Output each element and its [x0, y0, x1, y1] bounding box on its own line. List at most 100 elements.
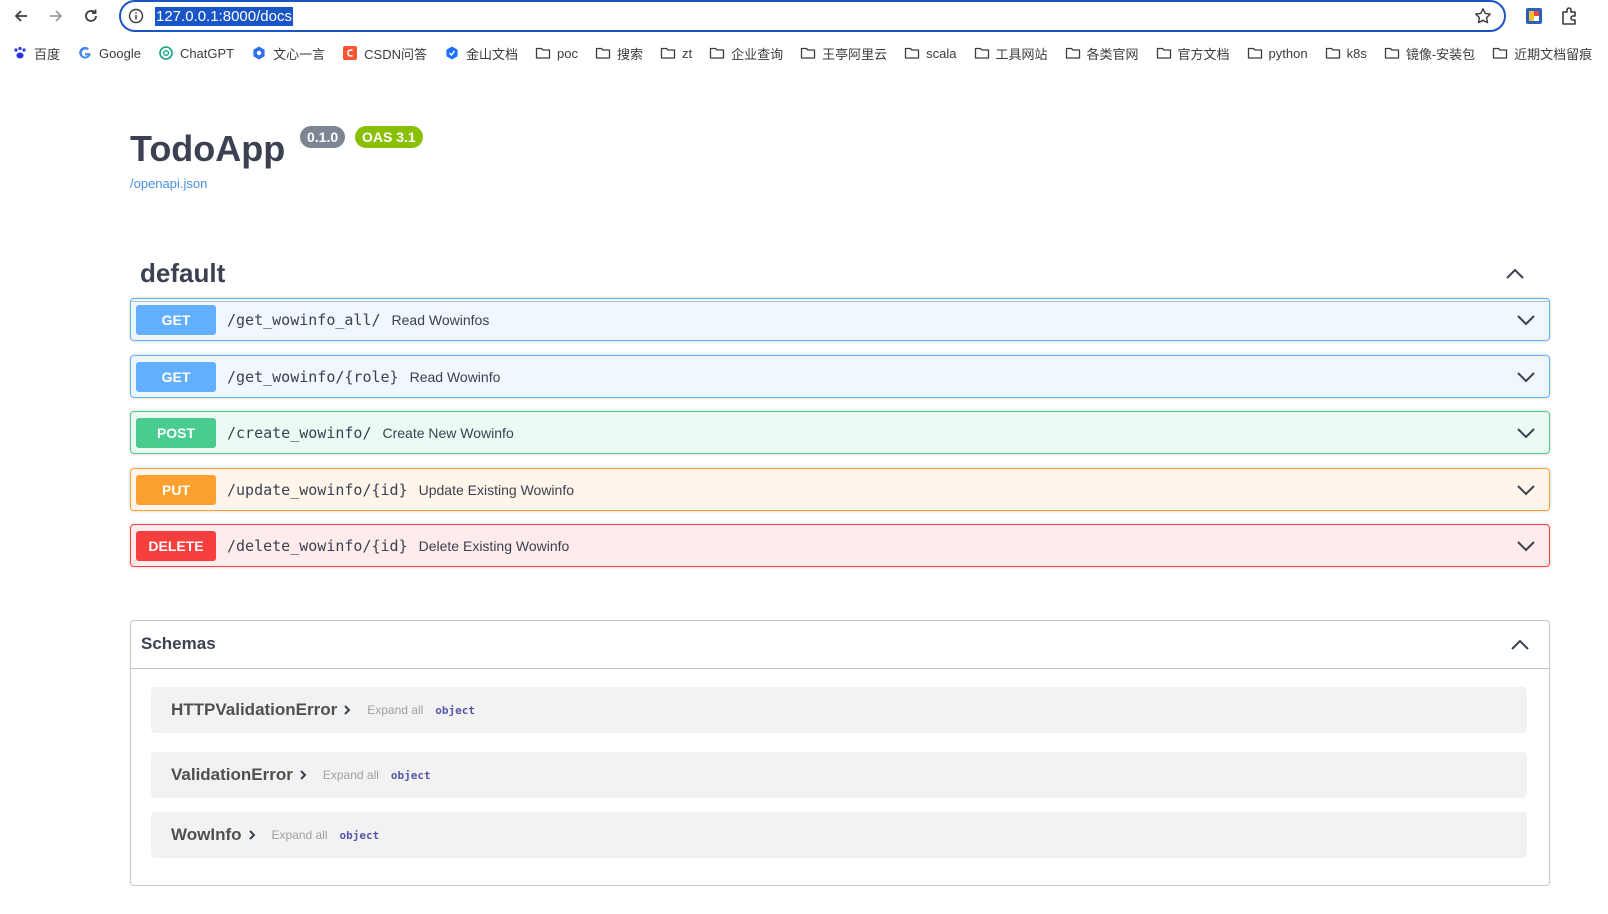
oas-badge: OAS 3.1: [355, 126, 423, 148]
address-bar[interactable]: 127.0.0.1:8000/docs: [119, 0, 1506, 32]
folder-icon: [1384, 47, 1399, 59]
ernie-icon: [251, 45, 267, 61]
opblock-get[interactable]: GET/get_wowinfo_all/Read Wowinfos: [130, 298, 1550, 341]
folder-icon: [800, 47, 816, 59]
folder-icon: [709, 47, 725, 59]
chevron-up-icon[interactable]: [1504, 266, 1526, 282]
reload-button[interactable]: [79, 4, 103, 28]
csdn-icon: [342, 45, 358, 61]
operation-path: /get_wowinfo/{role}: [227, 367, 399, 386]
folder-icon: [904, 47, 920, 59]
bookmark-item[interactable]: 镜像-安装包: [1384, 41, 1475, 65]
folder-icon: [974, 47, 989, 59]
bookmark-item[interactable]: 工具网站: [974, 41, 1048, 65]
folder-icon: [1492, 45, 1508, 61]
chevron-right-icon[interactable]: [248, 829, 258, 841]
chevron-right-icon[interactable]: [343, 704, 353, 716]
bookmark-item[interactable]: zt: [660, 41, 692, 65]
operation-summary: Create New Wowinfo: [382, 424, 514, 441]
bookmark-label: 各类官网: [1086, 46, 1139, 62]
chevron-down-icon[interactable]: [1515, 311, 1537, 329]
puzzle-icon[interactable]: [1559, 6, 1579, 26]
folder-icon: [660, 47, 676, 59]
bookmark-label: k8s: [1346, 45, 1367, 61]
openapi-json-link[interactable]: /openapi.json: [130, 176, 207, 191]
folder-icon: [904, 45, 920, 61]
arrow-left-icon: [14, 10, 27, 22]
chevron-down-icon[interactable]: [1515, 481, 1537, 499]
chevron-down-icon[interactable]: [1515, 537, 1537, 555]
bookmark-label: poc: [557, 45, 578, 61]
operation-path: /delete_wowinfo/{id}: [227, 536, 408, 555]
openai-icon: [158, 45, 174, 61]
tag-section-default[interactable]: default: [130, 246, 1550, 302]
bookmark-item[interactable]: poc: [535, 41, 578, 65]
operation-summary: Read Wowinfo: [409, 368, 501, 385]
bookmark-item[interactable]: python: [1247, 41, 1308, 65]
chevron-right-icon[interactable]: [299, 769, 309, 781]
opblock-put[interactable]: PUT/update_wowinfo/{id} Update Existing W…: [130, 468, 1550, 511]
bookmark-item[interactable]: k8s: [1325, 41, 1367, 65]
expand-all-button[interactable]: Expand all: [323, 768, 379, 782]
bookmark-item[interactable]: 文心一言: [251, 41, 325, 65]
folder-icon: [535, 45, 551, 61]
bookmark-item[interactable]: 近期文档留痕: [1492, 41, 1592, 65]
bookmark-item[interactable]: Google: [77, 41, 141, 65]
site-info-icon[interactable]: [128, 8, 144, 24]
model-name[interactable]: WowInfo: [171, 825, 242, 845]
chevron-down-icon[interactable]: [1515, 424, 1537, 442]
model-row[interactable]: HTTPValidationError Expand all object: [151, 687, 1527, 733]
forward-button[interactable]: [44, 4, 68, 28]
operation-summary: Read Wowinfos: [391, 311, 490, 328]
bookmark-item[interactable]: 金山文档: [444, 41, 518, 65]
model-row[interactable]: ValidationError Expand all object: [151, 752, 1527, 798]
method-badge: POST: [136, 417, 216, 448]
google-icon: [79, 46, 91, 59]
bookmark-label: zt: [681, 45, 693, 61]
bookmark-label: CSDN问答: [364, 46, 427, 62]
model-type: object: [390, 768, 431, 782]
operation-path: /update_wowinfo/{id}: [227, 480, 408, 499]
opblock-delete[interactable]: DELETE/delete_wowinfo/{id} Delete Existin…: [130, 524, 1550, 567]
schemas-section: Schemas HTTPValidationError Expand all obj…: [130, 620, 1550, 886]
chevron-up-icon[interactable]: [1509, 637, 1531, 653]
browser-toolbar: 127.0.0.1:8000/docs: [0, 0, 1608, 32]
api-info: TodoApp 0.1.0 OAS 3.1 /openapi.json: [130, 108, 1550, 198]
operation-summary: Delete Existing Wowinfo: [418, 537, 570, 554]
folder-icon: [1156, 45, 1172, 61]
bookmark-label: 官方文档: [1177, 46, 1230, 62]
bookmark-item[interactable]: CSDN问答: [342, 41, 427, 65]
reload-icon: [85, 9, 97, 22]
operation-summary: Update Existing Wowinfo: [418, 481, 574, 498]
bookmark-label: 工具网站: [995, 46, 1048, 62]
bookmark-label: 搜索: [616, 46, 643, 62]
bookmark-item[interactable]: 企业查询: [709, 41, 783, 65]
opblock-post[interactable]: POST/create_wowinfo/Create New Wowinfo: [130, 411, 1550, 454]
bookmark-item[interactable]: 百度: [12, 41, 60, 65]
expand-all-button[interactable]: Expand all: [367, 703, 423, 717]
chevron-down-icon[interactable]: [1515, 368, 1537, 386]
bookmark-item[interactable]: 搜索: [595, 41, 643, 65]
opblock-get[interactable]: GET/get_wowinfo/{role} Read Wowinfo: [130, 355, 1550, 398]
google-icon: [77, 45, 93, 61]
bookmark-label: 王亭阿里云: [822, 46, 888, 62]
back-button[interactable]: [9, 4, 33, 28]
model-name[interactable]: HTTPValidationError: [171, 700, 337, 720]
bookmark-item[interactable]: 王亭阿里云: [800, 41, 887, 65]
extension-icon[interactable]: [1524, 6, 1544, 26]
method-badge: GET: [136, 361, 216, 392]
folder-icon: [1156, 47, 1171, 59]
bookmark-item[interactable]: 官方文档: [1156, 41, 1230, 65]
model-row[interactable]: WowInfo Expand all object: [151, 812, 1527, 858]
bookmark-item[interactable]: scala: [904, 41, 957, 65]
folder-icon: [595, 45, 611, 61]
folder-icon: [535, 47, 551, 59]
bookmark-item[interactable]: 各类官网: [1065, 41, 1139, 65]
expand-all-button[interactable]: Expand all: [272, 828, 328, 842]
bookmark-star-icon[interactable]: [1474, 7, 1492, 25]
schemas-header[interactable]: Schemas: [131, 621, 1549, 669]
bookmark-item[interactable]: ChatGPT: [158, 41, 234, 65]
url-text[interactable]: 127.0.0.1:8000/docs: [155, 7, 293, 26]
model-name[interactable]: ValidationError: [171, 765, 293, 785]
kdocs-icon: [444, 45, 460, 61]
